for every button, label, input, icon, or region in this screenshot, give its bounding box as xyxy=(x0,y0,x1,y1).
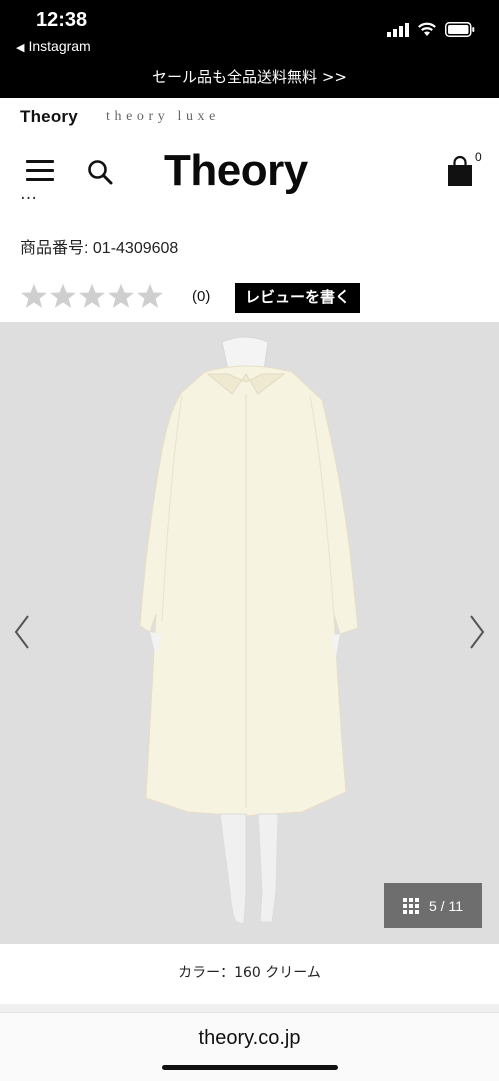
star-icon xyxy=(79,283,105,308)
star-icon xyxy=(21,283,47,308)
cart-count-badge: 0 xyxy=(475,150,482,164)
brand-tab-theory-luxe[interactable]: theory luxe xyxy=(106,109,220,125)
back-to-app-link[interactable]: ◀ Instagram xyxy=(16,38,91,54)
status-bar: 12:38 ◀ Instagram xyxy=(0,0,499,62)
star-icon xyxy=(137,283,163,308)
cellular-signal-icon xyxy=(387,22,409,37)
status-time: 12:38 xyxy=(36,9,88,31)
selected-color-label: カラー：160 クリーム xyxy=(0,944,499,1004)
back-triangle-icon: ◀ xyxy=(16,42,25,54)
search-icon[interactable] xyxy=(86,158,114,186)
browser-url-bar[interactable]: theory.co.jp xyxy=(0,1012,499,1081)
brand-tab-theory[interactable]: Theory xyxy=(20,107,78,127)
product-title-clipped: … xyxy=(20,194,39,204)
divider xyxy=(0,1004,499,1012)
star-icon xyxy=(108,283,134,308)
menu-icon[interactable] xyxy=(26,160,54,182)
home-indicator xyxy=(162,1065,338,1070)
product-image-gallery[interactable]: 5 / 11 xyxy=(0,322,499,944)
grid-icon xyxy=(403,897,419,914)
next-image-arrow-icon[interactable] xyxy=(467,614,487,650)
shopping-bag-icon[interactable] xyxy=(446,155,474,187)
site-header: Theory 0 xyxy=(0,138,499,198)
product-image-coat xyxy=(139,336,359,925)
battery-icon xyxy=(445,22,475,37)
previous-image-arrow-icon[interactable] xyxy=(12,614,32,650)
image-counter-text: 5 / 11 xyxy=(429,897,463,914)
banner-text: セール品も全品送料無料 >> xyxy=(152,68,347,86)
site-logo[interactable]: Theory xyxy=(164,146,308,196)
back-app-label: Instagram xyxy=(28,38,91,54)
status-icons xyxy=(387,22,475,37)
rating-stars xyxy=(20,282,164,310)
star-icon xyxy=(50,283,76,308)
brand-tabs: Theory theory luxe xyxy=(0,98,499,138)
url-text[interactable]: theory.co.jp xyxy=(0,1027,499,1050)
write-review-button[interactable]: レビューを書く xyxy=(235,283,361,313)
free-shipping-banner[interactable]: セール品も全品送料無料 >> xyxy=(0,62,499,98)
wifi-icon xyxy=(418,22,436,36)
image-counter-button[interactable]: 5 / 11 xyxy=(384,883,482,928)
review-count: (0) xyxy=(192,288,211,305)
product-number: 商品番号: 01-4309608 xyxy=(20,240,179,257)
rating-row: (0) レビューを書く xyxy=(20,282,361,313)
